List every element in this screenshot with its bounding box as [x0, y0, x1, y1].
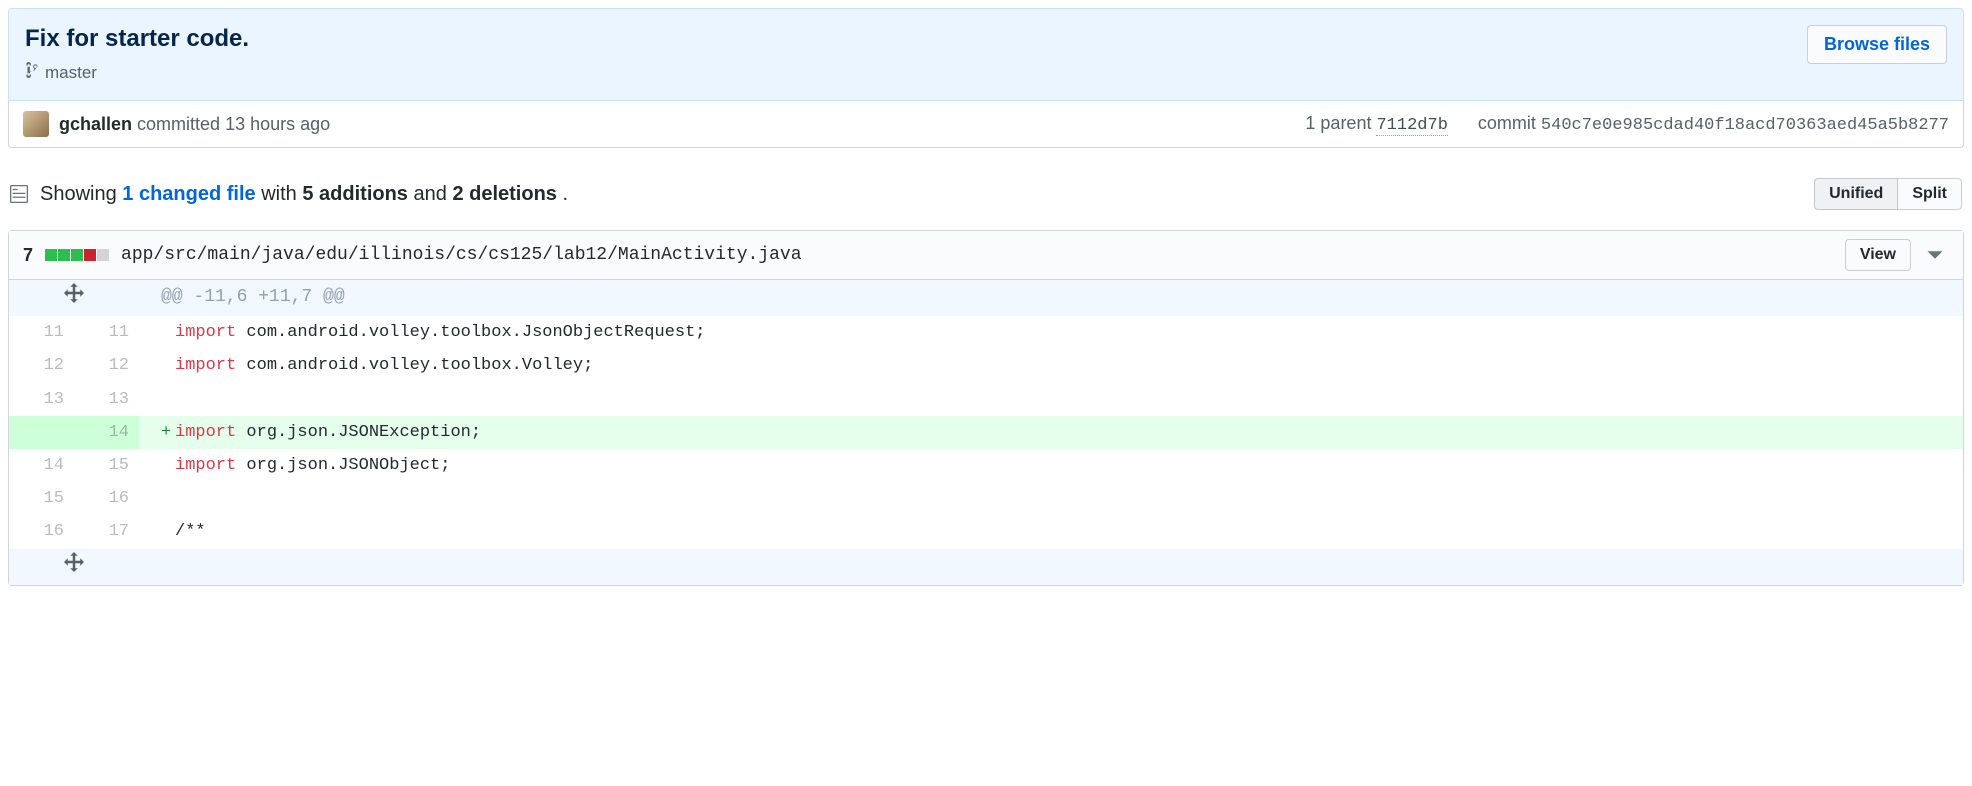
- diff-line: 1111 import com.android.volley.toolbox.J…: [9, 316, 1963, 349]
- additions-count: 5 additions: [302, 183, 408, 205]
- commit-sha-block: commit 540c7e0e985cdad40f18acd70363aed45…: [1478, 113, 1949, 135]
- diffstat-square: [58, 249, 70, 261]
- diff-line: 1617 /**: [9, 515, 1963, 548]
- new-line-number[interactable]: 14: [74, 416, 139, 449]
- branch-name[interactable]: master: [45, 63, 97, 83]
- commit-meta-row: gchallen committed 13 hours ago 1 parent…: [8, 101, 1964, 148]
- diffstat-square: [71, 249, 83, 261]
- new-line-number[interactable]: 11: [74, 316, 139, 349]
- branch-row: master: [25, 61, 249, 84]
- new-line-number[interactable]: 16: [74, 482, 139, 515]
- file-diff: 7 app/src/main/java/edu/illinois/cs/cs12…: [8, 230, 1964, 586]
- old-line-number[interactable]: 12: [9, 349, 74, 382]
- new-line-number[interactable]: 17: [74, 515, 139, 548]
- diff-line: 1212 import com.android.volley.toolbox.V…: [9, 349, 1963, 382]
- browse-files-button[interactable]: Browse files: [1807, 25, 1947, 64]
- diff-line: 1313: [9, 383, 1963, 416]
- commit-header: Fix for starter code. master Browse file…: [8, 8, 1964, 101]
- code-cell: import org.json.JSONObject;: [139, 449, 1963, 482]
- period: .: [562, 183, 568, 205]
- old-line-number[interactable]: 16: [9, 515, 74, 548]
- hunk-header-text: @@ -11,6 +11,7 @@: [139, 280, 1963, 316]
- diff-line: 14+import org.json.JSONException;: [9, 416, 1963, 449]
- file-change-count: 7: [23, 245, 33, 266]
- code-cell: [139, 482, 1963, 515]
- split-button[interactable]: Split: [1898, 178, 1962, 210]
- old-line-number[interactable]: [9, 416, 74, 449]
- diff-line: 1516: [9, 482, 1963, 515]
- commit-sha: 540c7e0e985cdad40f18acd70363aed45a5b8277: [1541, 116, 1949, 135]
- commit-meta-left: gchallen committed 13 hours ago: [23, 111, 330, 137]
- old-line-number[interactable]: 15: [9, 482, 74, 515]
- commit-meta-right: 1 parent 7112d7b commit 540c7e0e985cdad4…: [1305, 113, 1949, 135]
- changed-files-link[interactable]: 1 changed file: [122, 183, 255, 205]
- new-line-number[interactable]: 12: [74, 349, 139, 382]
- diff-line: 1415 import org.json.JSONObject;: [9, 449, 1963, 482]
- committed-text: committed 13 hours ago: [137, 114, 330, 134]
- commit-header-left: Fix for starter code. master: [25, 25, 249, 84]
- author-link[interactable]: gchallen: [59, 114, 132, 134]
- view-file-button[interactable]: View: [1845, 239, 1911, 271]
- avatar[interactable]: [23, 111, 49, 137]
- commit-label: commit: [1478, 113, 1536, 133]
- diffstat-icon[interactable]: [10, 183, 28, 205]
- parent-block: 1 parent 7112d7b: [1305, 113, 1448, 135]
- git-branch-icon: [25, 61, 39, 84]
- diff-table: @@ -11,6 +11,7 @@ 1111 import com.androi…: [9, 280, 1963, 585]
- hunk-expand-spacer: [139, 549, 1963, 585]
- old-line-number[interactable]: 11: [9, 316, 74, 349]
- code-cell: [139, 383, 1963, 416]
- parent-count-label: 1 parent: [1305, 113, 1371, 133]
- expand-icon[interactable]: [9, 280, 139, 316]
- code-cell: /**: [139, 515, 1963, 548]
- file-header-left: 7 app/src/main/java/edu/illinois/cs/cs12…: [23, 245, 802, 266]
- deletions-count: 2 deletions: [452, 183, 556, 205]
- file-header: 7 app/src/main/java/edu/illinois/cs/cs12…: [9, 231, 1963, 280]
- diffstat-squares: [45, 249, 109, 261]
- and-label: and: [414, 183, 447, 205]
- hunk-expand-row: [9, 549, 1963, 585]
- code-cell: +import org.json.JSONException;: [139, 416, 1963, 449]
- code-cell: import com.android.volley.toolbox.JsonOb…: [139, 316, 1963, 349]
- diff-summary-row: Showing 1 changed file with 5 additions …: [10, 178, 1962, 210]
- parent-sha-link[interactable]: 7112d7b: [1376, 116, 1447, 136]
- diff-summary-left: Showing 1 changed file with 5 additions …: [10, 183, 568, 206]
- file-path[interactable]: app/src/main/java/edu/illinois/cs/cs125/…: [121, 245, 802, 265]
- showing-label: Showing: [40, 183, 117, 205]
- unified-button[interactable]: Unified: [1814, 178, 1898, 210]
- diff-summary-text: Showing 1 changed file with 5 additions …: [40, 183, 568, 206]
- with-label: with: [261, 183, 297, 205]
- diff-view-toggle: Unified Split: [1814, 178, 1962, 210]
- new-line-number[interactable]: 13: [74, 383, 139, 416]
- old-line-number[interactable]: 14: [9, 449, 74, 482]
- diffstat-square: [97, 249, 109, 261]
- old-line-number[interactable]: 13: [9, 383, 74, 416]
- diffstat-square: [45, 249, 57, 261]
- chevron-down-icon[interactable]: [1921, 241, 1949, 269]
- diffstat-square: [84, 249, 96, 261]
- code-cell: import com.android.volley.toolbox.Volley…: [139, 349, 1963, 382]
- expand-icon[interactable]: [9, 549, 139, 585]
- hunk-header-row: @@ -11,6 +11,7 @@: [9, 280, 1963, 316]
- new-line-number[interactable]: 15: [74, 449, 139, 482]
- file-header-right: View: [1845, 239, 1949, 271]
- commit-title: Fix for starter code.: [25, 25, 249, 53]
